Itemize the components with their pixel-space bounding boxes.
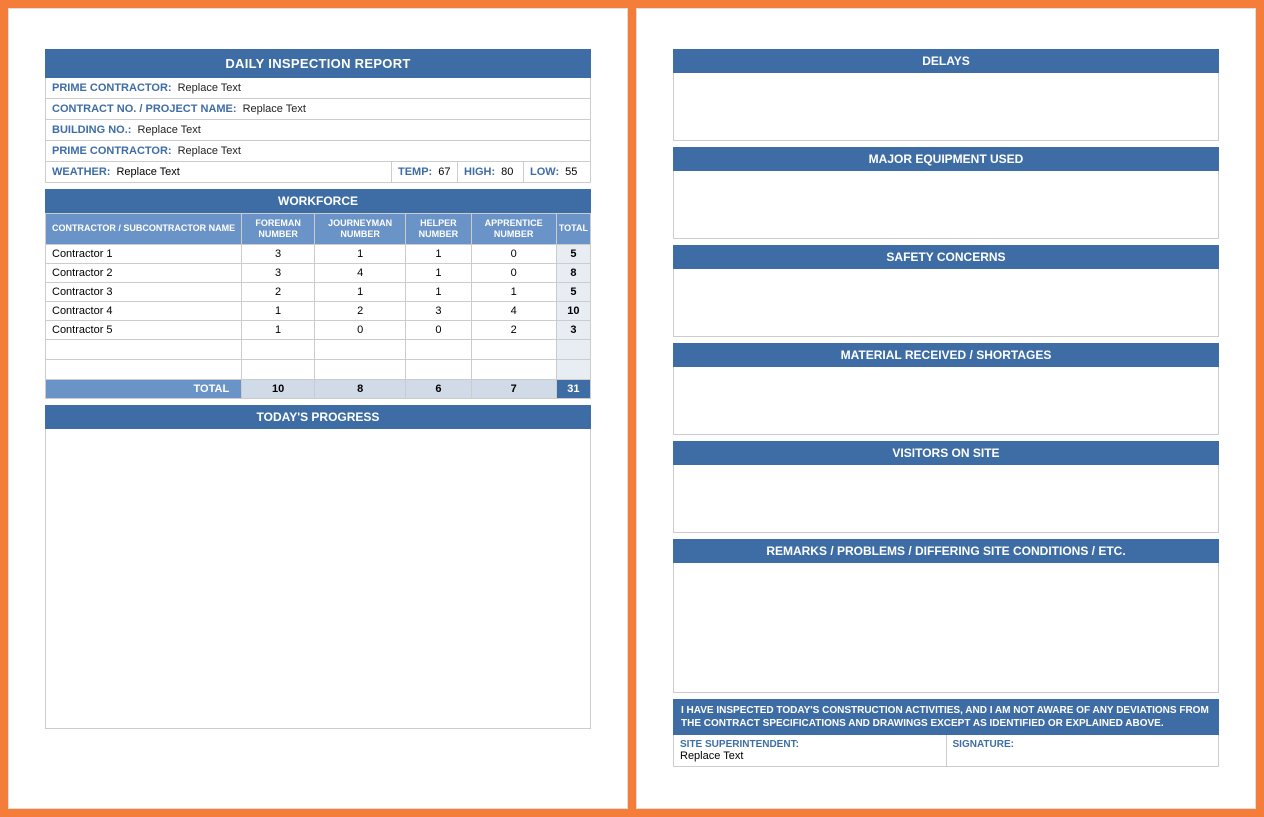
label-signature: SIGNATURE: [953,739,1213,750]
total-foreman: 10 [242,379,315,398]
table-row-total: TOTAL1086731 [46,379,591,398]
safety-title: SAFETY CONCERNS [673,245,1219,269]
cell-foreman[interactable]: 2 [242,282,315,301]
cell-name[interactable]: Contractor 5 [46,320,242,339]
report-title: DAILY INSPECTION REPORT [45,49,591,78]
label-prime-contractor-2: PRIME CONTRACTOR: [52,145,172,157]
certification-text: I HAVE INSPECTED TODAY'S CONSTRUCTION AC… [673,699,1219,735]
signature-row: SITE SUPERINTENDENT: Replace Text SIGNAT… [673,735,1219,767]
cell-total: 5 [556,282,590,301]
field-contract: CONTRACT NO. / PROJECT NAME: Replace Tex… [45,99,591,120]
equipment-title: MAJOR EQUIPMENT USED [673,147,1219,171]
col-name: CONTRACTOR / SUBCONTRACTOR NAME [46,214,242,245]
signature-cell: SIGNATURE: [947,735,1219,766]
field-prime-contractor: PRIME CONTRACTOR: Replace Text [45,78,591,99]
material-title: MATERIAL RECEIVED / SHORTAGES [673,343,1219,367]
field-building: BUILDING NO.: Replace Text [45,120,591,141]
label-high: HIGH: [464,166,495,178]
cell-name[interactable]: Contractor 2 [46,263,242,282]
cell-name[interactable]: Contractor 3 [46,282,242,301]
value-low[interactable]: 55 [565,166,577,178]
cell-foreman[interactable]: 1 [242,301,315,320]
total-helper: 6 [406,379,471,398]
cell-helper[interactable]: 0 [406,320,471,339]
table-row: Contractor 4123410 [46,301,591,320]
cell-name[interactable]: Contractor 4 [46,301,242,320]
cell-journeyman[interactable]: 0 [314,320,405,339]
cell-total: 5 [556,244,590,263]
total-label: TOTAL [46,379,242,398]
value-contract[interactable]: Replace Text [243,103,306,115]
cell-helper[interactable]: 1 [406,263,471,282]
value-high[interactable]: 80 [501,166,513,178]
cell-apprentice[interactable]: 2 [471,320,556,339]
delays-title: DELAYS [673,49,1219,73]
total-sum: 31 [556,379,590,398]
page-2: DELAYS MAJOR EQUIPMENT USED SAFETY CONCE… [636,8,1256,809]
label-superintendent: SITE SUPERINTENDENT: [680,739,940,750]
label-contract: CONTRACT NO. / PROJECT NAME: [52,103,237,115]
cell-foreman[interactable]: 3 [242,263,315,282]
cell-foreman[interactable]: 3 [242,244,315,263]
cell-apprentice[interactable]: 4 [471,301,556,320]
weather-row: WEATHER: Replace Text TEMP: 67 HIGH: 80 … [45,162,591,183]
visitors-title: VISITORS ON SITE [673,441,1219,465]
superintendent-cell: SITE SUPERINTENDENT: Replace Text [674,735,947,766]
value-prime-contractor-2[interactable]: Replace Text [178,145,241,157]
label-low: LOW: [530,166,559,178]
table-row-empty [46,339,591,359]
table-row: Contractor 510023 [46,320,591,339]
page-1: DAILY INSPECTION REPORT PRIME CONTRACTOR… [8,8,628,809]
cell-helper[interactable]: 1 [406,244,471,263]
cell-foreman[interactable]: 1 [242,320,315,339]
table-row: Contractor 321115 [46,282,591,301]
col-apprentice: APPRENTICE NUMBER [471,214,556,245]
cell-helper[interactable]: 3 [406,301,471,320]
field-prime-contractor-2: PRIME CONTRACTOR: Replace Text [45,141,591,162]
table-row-empty [46,359,591,379]
equipment-box[interactable] [673,171,1219,239]
cell-total: 10 [556,301,590,320]
cell-journeyman[interactable]: 2 [314,301,405,320]
label-prime-contractor: PRIME CONTRACTOR: [52,82,172,94]
delays-box[interactable] [673,73,1219,141]
label-weather: WEATHER: [52,166,110,178]
material-box[interactable] [673,367,1219,435]
workforce-title: WORKFORCE [45,189,591,213]
workforce-table: CONTRACTOR / SUBCONTRACTOR NAME FOREMAN … [45,213,591,399]
col-journeyman: JOURNEYMAN NUMBER [314,214,405,245]
label-building: BUILDING NO.: [52,124,131,136]
col-total: TOTAL [556,214,590,245]
cell-apprentice[interactable]: 1 [471,282,556,301]
table-row: Contractor 234108 [46,263,591,282]
cell-apprentice[interactable]: 0 [471,263,556,282]
total-journeyman: 8 [314,379,405,398]
cell-helper[interactable]: 1 [406,282,471,301]
col-helper: HELPER NUMBER [406,214,471,245]
value-prime-contractor[interactable]: Replace Text [178,82,241,94]
cell-journeyman[interactable]: 4 [314,263,405,282]
progress-box[interactable] [45,429,591,729]
cell-journeyman[interactable]: 1 [314,282,405,301]
cell-total: 8 [556,263,590,282]
total-apprentice: 7 [471,379,556,398]
remarks-box[interactable] [673,563,1219,693]
progress-title: TODAY'S PROGRESS [45,405,591,429]
visitors-box[interactable] [673,465,1219,533]
safety-box[interactable] [673,269,1219,337]
value-superintendent[interactable]: Replace Text [680,750,940,762]
label-temp: TEMP: [398,166,432,178]
table-row: Contractor 131105 [46,244,591,263]
cell-apprentice[interactable]: 0 [471,244,556,263]
remarks-title: REMARKS / PROBLEMS / DIFFERING SITE COND… [673,539,1219,563]
cell-total: 3 [556,320,590,339]
value-building[interactable]: Replace Text [137,124,200,136]
cell-journeyman[interactable]: 1 [314,244,405,263]
value-temp[interactable]: 67 [438,166,450,178]
col-foreman: FOREMAN NUMBER [242,214,315,245]
cell-name[interactable]: Contractor 1 [46,244,242,263]
value-weather[interactable]: Replace Text [116,166,179,178]
